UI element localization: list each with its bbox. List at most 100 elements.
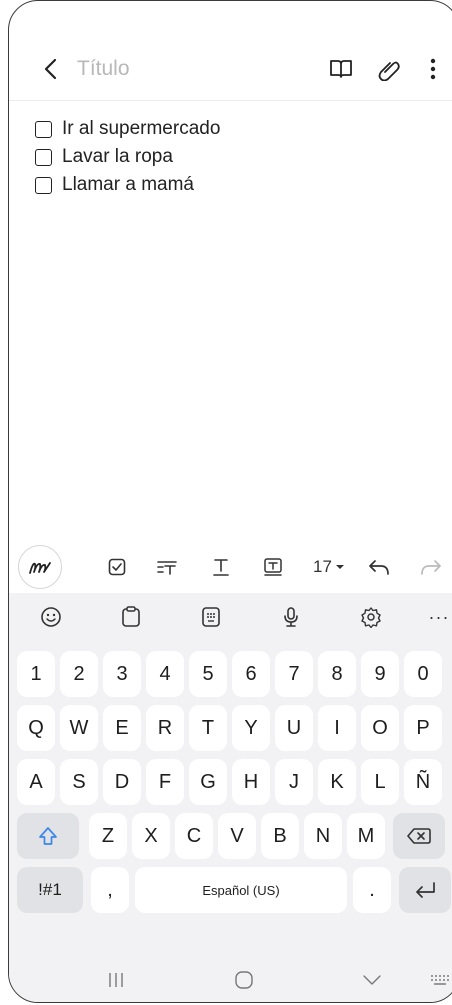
checkbox[interactable] — [35, 148, 52, 166]
book-icon — [330, 60, 352, 78]
backspace-key[interactable] — [393, 813, 445, 859]
home-button[interactable] — [229, 967, 259, 993]
checklist-item[interactable]: Ir al supermercado — [35, 115, 220, 143]
checklist-item[interactable]: Llamar a mamá — [35, 171, 220, 199]
symbols-key[interactable]: !#1 — [17, 867, 83, 913]
letter-row-2: A S D F G H J K L Ñ — [9, 759, 452, 809]
shift-icon — [39, 827, 57, 845]
key-1[interactable]: 1 — [17, 651, 55, 697]
key-m[interactable]: M — [347, 813, 385, 859]
keyboard-switch-button[interactable] — [425, 967, 452, 993]
keypad-icon — [202, 607, 220, 627]
key-e[interactable]: E — [103, 705, 141, 751]
checkbox[interactable] — [35, 120, 52, 138]
period-key[interactable]: . — [353, 867, 391, 913]
chevron-down-icon — [363, 975, 381, 985]
key-s[interactable]: S — [60, 759, 98, 805]
header-divider — [9, 100, 452, 101]
undo-icon — [369, 560, 389, 575]
key-7[interactable]: 7 — [275, 651, 313, 697]
redo-button[interactable] — [413, 549, 449, 585]
key-y[interactable]: Y — [232, 705, 270, 751]
reading-mode-button[interactable] — [327, 55, 355, 83]
title-input[interactable]: Título — [77, 57, 130, 81]
key-h[interactable]: H — [232, 759, 270, 805]
more-tools-button[interactable]: ··· — [421, 601, 452, 633]
key-8[interactable]: 8 — [318, 651, 356, 697]
keyboard-toolbar: ··· — [9, 593, 452, 641]
key-k[interactable]: K — [318, 759, 356, 805]
text-box-button[interactable] — [255, 549, 291, 585]
emoji-button[interactable] — [35, 601, 67, 633]
enter-icon — [416, 882, 435, 898]
key-w[interactable]: W — [60, 705, 98, 751]
text-box-icon — [264, 558, 282, 576]
shift-key[interactable] — [17, 813, 79, 859]
key-0[interactable]: 0 — [404, 651, 442, 697]
key-n[interactable]: N — [304, 813, 342, 859]
font-size-dropdown[interactable]: 17 — [307, 549, 351, 585]
key-g[interactable]: G — [189, 759, 227, 805]
key-a[interactable]: A — [17, 759, 55, 805]
handwriting-button[interactable] — [18, 545, 62, 589]
keypad-button[interactable] — [195, 601, 227, 633]
key-q[interactable]: Q — [17, 705, 55, 751]
key-p[interactable]: P — [404, 705, 442, 751]
text-style-button[interactable] — [203, 549, 239, 585]
checklist-item-text[interactable]: Lavar la ropa — [62, 146, 173, 168]
key-f[interactable]: F — [146, 759, 184, 805]
comma-key[interactable]: , — [91, 867, 129, 913]
key-z[interactable]: Z — [89, 813, 127, 859]
paragraph-style-icon — [157, 561, 177, 575]
clipboard-icon — [122, 606, 140, 627]
handwriting-icon — [29, 562, 51, 574]
number-row: 1 2 3 4 5 6 7 8 9 0 — [9, 651, 452, 701]
text-style-icon — [213, 559, 229, 576]
paperclip-icon — [378, 61, 400, 81]
checklist-item-text[interactable]: Llamar a mamá — [62, 174, 194, 196]
key-5[interactable]: 5 — [189, 651, 227, 697]
key-c[interactable]: C — [175, 813, 213, 859]
key-6[interactable]: 6 — [232, 651, 270, 697]
checklist-item-text[interactable]: Ir al supermercado — [62, 118, 220, 140]
key-i[interactable]: I — [318, 705, 356, 751]
redo-icon — [421, 560, 441, 575]
paragraph-style-button[interactable] — [149, 549, 185, 585]
checkbox-button[interactable] — [99, 549, 135, 585]
key-j[interactable]: J — [275, 759, 313, 805]
hide-keyboard-button[interactable] — [357, 967, 387, 993]
checkbox-icon — [108, 558, 126, 576]
key-v[interactable]: V — [218, 813, 256, 859]
space-bar[interactable]: Español (US) — [135, 867, 347, 913]
key-x[interactable]: X — [132, 813, 170, 859]
key-2[interactable]: 2 — [60, 651, 98, 697]
key-l[interactable]: L — [361, 759, 399, 805]
phone-frame: Título Ir al supermercado Lavar la ropa … — [8, 0, 452, 1003]
voice-input-button[interactable] — [275, 601, 307, 633]
key-u[interactable]: U — [275, 705, 313, 751]
enter-key[interactable] — [399, 867, 451, 913]
clipboard-button[interactable] — [115, 601, 147, 633]
checkbox[interactable] — [35, 176, 52, 194]
key-4[interactable]: 4 — [146, 651, 184, 697]
back-button[interactable] — [37, 55, 65, 83]
more-options-button[interactable] — [419, 55, 447, 83]
key-o[interactable]: O — [361, 705, 399, 751]
undo-button[interactable] — [361, 549, 397, 585]
key-b[interactable]: B — [261, 813, 299, 859]
key-t[interactable]: T — [189, 705, 227, 751]
key-n-tilde[interactable]: Ñ — [404, 759, 442, 805]
key-d[interactable]: D — [103, 759, 141, 805]
key-9[interactable]: 9 — [361, 651, 399, 697]
keyboard-settings-button[interactable] — [355, 601, 387, 633]
key-r[interactable]: R — [146, 705, 184, 751]
letter-row-3: Z X C V B N M — [9, 813, 452, 863]
letter-row-1: Q W E R T Y U I O P — [9, 705, 452, 755]
backspace-icon — [407, 828, 431, 844]
key-3[interactable]: 3 — [103, 651, 141, 697]
checklist-item[interactable]: Lavar la ropa — [35, 143, 220, 171]
recent-apps-button[interactable] — [101, 967, 131, 993]
attach-button[interactable] — [375, 55, 403, 83]
formatting-toolbar: 17 — [9, 541, 452, 593]
keyboard: ··· 1 2 3 4 5 6 7 8 9 0 Q W E R T Y U I … — [9, 593, 452, 1002]
